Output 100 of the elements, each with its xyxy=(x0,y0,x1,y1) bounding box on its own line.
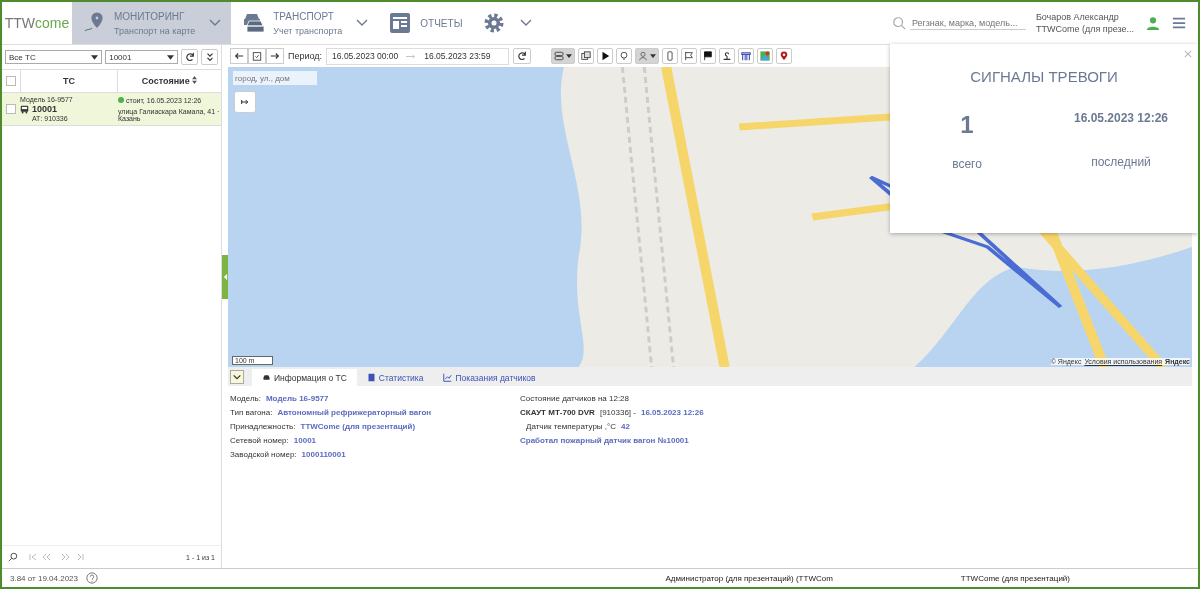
period-label: Период: xyxy=(288,51,323,61)
refresh-icon xyxy=(517,51,528,61)
nav-title: МОНИТОРИНГ xyxy=(114,10,186,22)
map-tool-button[interactable] xyxy=(551,48,576,64)
nav-subtitle: Учет транспорта xyxy=(273,25,343,36)
caret-icon xyxy=(566,54,573,58)
map-tool-button[interactable] xyxy=(700,48,717,64)
book-icon xyxy=(366,373,376,382)
sensor-icon xyxy=(722,51,733,61)
search-icon[interactable] xyxy=(8,552,18,562)
field-label: Модель: xyxy=(230,393,261,403)
chevron-down-icon xyxy=(232,372,242,382)
nav-menu-item[interactable]: ОТЧЕТЫ xyxy=(378,2,473,44)
chevron-down-icon[interactable] xyxy=(356,19,369,27)
alarm-title: СИГНАЛЫ ТРЕВОГИ xyxy=(970,68,1118,85)
calendar-button[interactable] xyxy=(248,48,266,64)
next-day-button[interactable] xyxy=(266,48,284,64)
field-value-link[interactable]: Модель 16-9577 xyxy=(265,393,329,403)
column-header[interactable]: ТС xyxy=(20,70,117,92)
previous-day-button[interactable] xyxy=(230,48,248,64)
chevron-down-icon[interactable] xyxy=(520,19,533,27)
route-toggle-button[interactable] xyxy=(234,91,256,113)
nav-menu-item[interactable]: МОНИТОРИНГ Транспорт на карте xyxy=(72,2,232,44)
expand-button[interactable] xyxy=(201,49,218,65)
map-icon xyxy=(760,51,771,61)
map-tool-button[interactable] xyxy=(578,48,595,64)
report-icon xyxy=(388,11,413,35)
caret-icon xyxy=(91,54,99,60)
map-tool-button[interactable] xyxy=(635,48,660,64)
nav-title: ОТЧЕТЫ xyxy=(420,17,463,29)
alarm-count: 1 xyxy=(960,111,974,139)
copy-icon xyxy=(581,51,592,61)
arrow-right-icon xyxy=(406,53,417,59)
period-field[interactable]: 16.05.2023 00:00 16.05.2023 23:59 xyxy=(326,47,510,65)
refresh-button[interactable] xyxy=(513,48,532,64)
collapse-panel-handle[interactable] xyxy=(222,254,228,299)
arrow-right-icon xyxy=(270,51,280,61)
vehicle-group-select[interactable]: Все ТС xyxy=(5,50,103,64)
field-label: Заводской номер: xyxy=(230,449,297,459)
info-tab[interactable]: Информация о ТС xyxy=(252,369,357,386)
address-search-field[interactable]: город, ул., дом xyxy=(233,71,317,85)
sensors-heading: Состояние датчиков на 12:28 xyxy=(520,392,630,405)
select-all-checkbox[interactable] xyxy=(6,76,16,86)
device-name: СКАУТ МТ-700 DVR xyxy=(520,407,595,417)
info-tab[interactable]: Статистика xyxy=(356,369,434,386)
field-label: Принадлежность: xyxy=(230,421,296,431)
row-checkbox[interactable] xyxy=(6,104,16,114)
vehicle-select[interactable]: 10001 xyxy=(105,50,179,64)
field-value-link[interactable]: 1000110001 xyxy=(301,449,346,459)
route-icon xyxy=(554,51,565,61)
map-tool-button[interactable] xyxy=(738,48,755,64)
app-version: 3.84 от 19.04.2023 xyxy=(10,573,78,583)
alarm-count-label: всего xyxy=(952,157,982,171)
caret-icon xyxy=(167,54,175,60)
location-pin-icon xyxy=(779,51,790,61)
field-value-link[interactable]: TTWCome (для презентаций) xyxy=(300,421,416,431)
bulb-icon xyxy=(619,51,630,61)
field-value-link[interactable]: 10001 xyxy=(293,435,317,445)
gate-icon xyxy=(741,51,752,61)
organization-name: TTWCome (для презентаций) xyxy=(960,573,1070,583)
flag-outline-icon xyxy=(684,51,695,61)
map-tool-button[interactable] xyxy=(597,48,614,64)
menu-icon[interactable] xyxy=(1172,16,1186,30)
bus-icon xyxy=(20,104,29,114)
nav-menu-item[interactable]: ТРАНСПОРТ Учет транспорта xyxy=(231,2,379,44)
vehicle-number: 10001 xyxy=(32,104,58,114)
caret-icon xyxy=(650,54,657,58)
triangle-left-icon xyxy=(222,272,228,281)
user-role: Администратор (для презентаций) (TTWCom xyxy=(665,573,833,583)
nav-subtitle: Транспорт на карте xyxy=(114,25,196,36)
column-header[interactable]: Состояние xyxy=(117,70,221,92)
chevron-down-icon[interactable] xyxy=(209,19,222,27)
info-tab[interactable]: Показания датчиков xyxy=(433,369,546,386)
temperature-label: Датчик температуры ,°С xyxy=(526,421,617,431)
user-organization: TTWCome (для презе... xyxy=(1035,24,1134,34)
cars-icon xyxy=(241,11,266,35)
device-id: [910336] - xyxy=(599,407,636,417)
temperature-value[interactable]: 42 xyxy=(621,421,630,431)
flag-icon xyxy=(703,51,714,61)
alarm-last-label: последний xyxy=(1091,155,1151,169)
car-icon xyxy=(262,373,271,382)
person-icon xyxy=(638,51,649,61)
phone-icon xyxy=(665,51,676,61)
search-icon xyxy=(891,16,906,30)
map-tool-button[interactable] xyxy=(776,48,793,64)
map-tool-button[interactable] xyxy=(719,48,736,64)
calendar-icon xyxy=(252,51,262,61)
refresh-button[interactable] xyxy=(181,49,199,65)
device-time-link[interactable]: 16.05.2023 12:26 xyxy=(640,407,704,417)
logo[interactable]: TTWcome xyxy=(2,15,72,31)
arrow-left-icon xyxy=(234,51,244,61)
nav-title: ТРАНСПОРТ xyxy=(273,10,335,22)
fire-alarm-link[interactable]: Сработал пожарный датчик вагон №10001 xyxy=(520,433,810,447)
user-icon[interactable] xyxy=(1146,16,1160,30)
refresh-icon xyxy=(184,52,195,62)
collapse-button[interactable] xyxy=(230,370,244,384)
help-icon[interactable] xyxy=(86,572,98,584)
sort-icon[interactable] xyxy=(192,76,198,84)
field-value-link[interactable]: Автономный рефрижераторный вагон xyxy=(277,407,432,417)
arrow-to-bar-icon xyxy=(241,97,249,107)
